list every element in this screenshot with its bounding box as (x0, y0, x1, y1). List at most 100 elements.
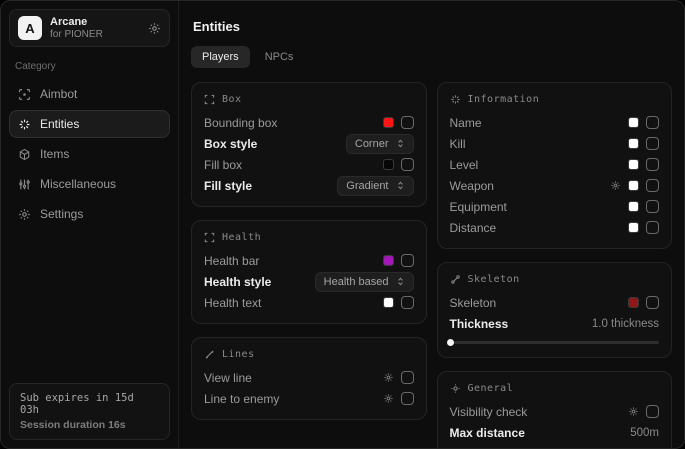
checkbox[interactable] (401, 371, 414, 384)
panel-health-header: Health (204, 232, 414, 243)
setting-label: Health style (204, 275, 271, 289)
row-gear-icon[interactable] (383, 393, 394, 404)
fill-style-dropdown[interactable]: Gradient (337, 176, 413, 196)
setting-label: Health text (204, 296, 261, 310)
checkbox[interactable] (401, 254, 414, 267)
setting-label: Skeleton (450, 296, 497, 310)
setting-row-max-distance: Max distance 500m (450, 422, 660, 443)
panel-lines-header: Lines (204, 349, 414, 360)
sidebar-item-miscellaneous[interactable]: Miscellaneous (9, 170, 170, 198)
tab-players[interactable]: Players (191, 46, 250, 68)
setting-label: Max distance (450, 426, 525, 440)
setting-row-fill-box: Fill box (204, 154, 414, 175)
setting-label: Distance (450, 221, 497, 235)
color-swatch[interactable] (628, 117, 639, 128)
color-swatch[interactable] (628, 201, 639, 212)
color-swatch[interactable] (383, 159, 394, 170)
checkbox[interactable] (646, 116, 659, 129)
color-swatch[interactable] (383, 255, 394, 266)
checkbox[interactable] (401, 158, 414, 171)
sliders-icon (18, 178, 31, 191)
setting-row-box-style: Box style Corner (204, 133, 414, 154)
color-swatch[interactable] (628, 159, 639, 170)
setting-label: Health bar (204, 254, 259, 268)
slider-thumb[interactable] (447, 339, 454, 346)
checkbox[interactable] (646, 179, 659, 192)
checkbox[interactable] (646, 137, 659, 150)
setting-row-weapon: Weapon (450, 175, 660, 196)
setting-label: Bounding box (204, 116, 277, 130)
color-swatch[interactable] (628, 222, 639, 233)
setting-row-kill: Kill (450, 133, 660, 154)
max-distance-value: 500m (630, 427, 659, 439)
color-swatch[interactable] (383, 297, 394, 308)
setting-row-line-to-enemy: Line to enemy (204, 388, 414, 409)
panel-title: Information (468, 94, 540, 105)
thickness-slider[interactable] (450, 337, 660, 347)
color-swatch[interactable] (383, 117, 394, 128)
row-gear-icon[interactable] (610, 180, 621, 191)
setting-row-view-line: View line (204, 367, 414, 388)
setting-label: Line to enemy (204, 392, 279, 406)
setting-label: Kill (450, 137, 466, 151)
panel-box: Box Bounding box Box style Corner (191, 82, 427, 207)
slider-thumb[interactable] (547, 448, 554, 449)
app-subtitle: for PIONER (50, 29, 140, 41)
health-style-dropdown[interactable]: Health based (315, 272, 414, 292)
checkbox[interactable] (646, 221, 659, 234)
checkbox[interactable] (401, 296, 414, 309)
color-swatch[interactable] (628, 180, 639, 191)
sidebar-item-settings[interactable]: Settings (9, 200, 170, 228)
sun-icon (450, 383, 461, 394)
setting-label: Equipment (450, 200, 507, 214)
sidebar-item-aimbot[interactable]: Aimbot (9, 80, 170, 108)
tab-bar: Players NPCs (191, 46, 672, 68)
gear-icon[interactable] (148, 22, 161, 35)
app-title: Arcane (50, 16, 140, 29)
session-duration-text: Session duration 16s (20, 419, 159, 431)
panel-title: General (468, 383, 514, 394)
setting-row-equipment: Equipment (450, 196, 660, 217)
setting-label: Visibility check (450, 405, 528, 419)
checkbox[interactable] (646, 405, 659, 418)
setting-row-skeleton: Skeleton (450, 292, 660, 313)
box-style-dropdown[interactable]: Corner (346, 134, 414, 154)
row-gear-icon[interactable] (628, 406, 639, 417)
panel-title: Health (222, 232, 261, 243)
setting-label: Weapon (450, 179, 494, 193)
setting-row-health-style: Health style Health based (204, 271, 414, 292)
setting-label: Fill style (204, 179, 252, 193)
panel-skeleton-header: Skeleton (450, 274, 660, 285)
panel-skeleton: Skeleton Skeleton Thickness 1.0 thicknes… (437, 262, 673, 358)
checkbox[interactable] (646, 158, 659, 171)
dropdown-value: Corner (355, 138, 389, 150)
crosshair-icon (18, 88, 31, 101)
setting-label: Box style (204, 137, 257, 151)
app-logo: A (18, 16, 42, 40)
setting-row-name: Name (450, 112, 660, 133)
sidebar-item-entities[interactable]: Entities (9, 110, 170, 138)
main-content: Entities Players NPCs Box Bounding box (179, 1, 684, 448)
max-distance-slider[interactable] (450, 446, 660, 448)
thickness-value: 1.0 thickness (592, 318, 659, 330)
tab-npcs[interactable]: NPCs (254, 46, 305, 68)
setting-row-health-bar: Health bar (204, 250, 414, 271)
brackets-icon (204, 94, 215, 105)
panel-lines: Lines View line Line to enemy (191, 337, 427, 420)
brackets-icon (204, 232, 215, 243)
panel-general: General Visibility check Max distance 50… (437, 371, 673, 448)
package-icon (18, 148, 31, 161)
checkbox[interactable] (401, 392, 414, 405)
color-swatch[interactable] (628, 297, 639, 308)
checkbox[interactable] (646, 200, 659, 213)
pencil-line-icon (204, 349, 215, 360)
row-gear-icon[interactable] (383, 372, 394, 383)
brand-text: Arcane for PIONER (50, 16, 140, 40)
checkbox[interactable] (646, 296, 659, 309)
color-swatch[interactable] (628, 138, 639, 149)
panel-title: Lines (222, 349, 255, 360)
setting-label: View line (204, 371, 252, 385)
sidebar-item-label: Aimbot (40, 87, 77, 101)
sidebar-item-items[interactable]: Items (9, 140, 170, 168)
checkbox[interactable] (401, 116, 414, 129)
